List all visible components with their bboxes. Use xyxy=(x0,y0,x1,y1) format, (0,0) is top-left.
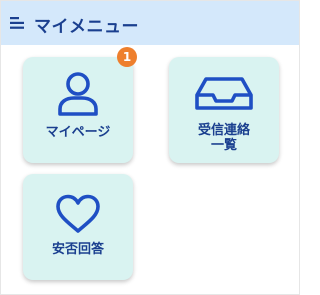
my-page-tile[interactable]: マイページ xyxy=(23,57,133,163)
menu-header: マイメニュー xyxy=(1,1,299,45)
safety-response-label: 安否回答 xyxy=(51,242,104,257)
received-messages-tile[interactable]: 受信連絡 一覧 xyxy=(169,57,279,163)
safety-response-tile[interactable]: 安否回答 xyxy=(23,174,133,280)
my-menu-panel: マイメニュー マイページ 1 受信連絡 一覧 安否回答 xyxy=(0,0,300,295)
menu-title: マイメニュー xyxy=(34,17,139,37)
received-messages-label-line2: 一覧 xyxy=(210,138,237,153)
notification-badge: 1 xyxy=(117,47,137,67)
heart-outline-icon xyxy=(56,194,100,233)
received-messages-label-line1: 受信連絡 xyxy=(197,123,250,138)
my-page-label: マイページ xyxy=(45,125,111,140)
person-icon xyxy=(58,72,98,116)
list-menu-icon xyxy=(10,17,24,29)
inbox-tray-icon xyxy=(195,77,253,110)
